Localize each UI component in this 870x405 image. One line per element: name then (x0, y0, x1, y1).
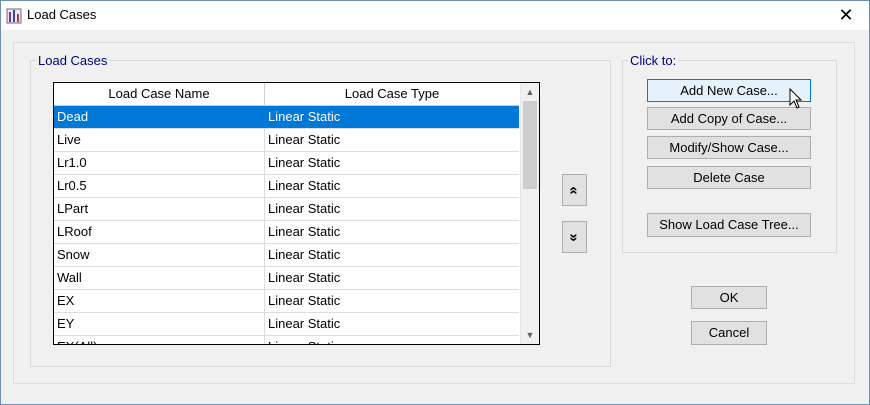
load-case-name-cell[interactable]: Dead (54, 106, 265, 128)
load-case-name-cell[interactable]: Live (54, 129, 265, 151)
table-row[interactable]: EY Linear Static (54, 313, 519, 336)
table-row[interactable]: LPart Linear Static (54, 198, 519, 221)
load-case-type-cell[interactable]: Linear Static (265, 336, 518, 344)
mouse-pointer-icon (789, 88, 803, 109)
load-case-name-cell[interactable]: EY (54, 313, 265, 335)
load-case-type-cell[interactable]: Linear Static (265, 106, 518, 128)
add-copy-of-case-button[interactable]: Add Copy of Case... (647, 107, 811, 130)
load-case-type-cell[interactable]: Linear Static (265, 175, 518, 197)
load-cases-group-label: Load Cases (36, 53, 110, 68)
column-header-type[interactable]: Load Case Type (265, 83, 519, 105)
double-chevron-up-icon: « (566, 185, 583, 195)
load-case-type-cell[interactable]: Linear Static (265, 290, 518, 312)
scroll-down-icon[interactable]: ▼ (521, 327, 539, 343)
table-row[interactable]: Dead Linear Static (54, 106, 519, 129)
title-bar: Load Cases ✕ (1, 1, 869, 30)
vertical-scrollbar[interactable]: ▲ ▼ (520, 83, 539, 344)
table-row[interactable]: EX(All)Linear Static (54, 336, 519, 344)
load-cases-table[interactable]: Load Case Name Load Case Type Dead Linear… (53, 82, 540, 345)
load-case-name-cell[interactable]: LRoof (54, 221, 265, 243)
modify-show-case-button[interactable]: Modify/Show Case... (647, 136, 811, 159)
load-case-type-cell[interactable]: Linear Static (265, 152, 518, 174)
load-case-name-cell[interactable]: EX(All) (54, 336, 265, 344)
load-case-type-cell[interactable]: Linear Static (265, 244, 518, 266)
load-case-name-cell[interactable]: Lr0.5 (54, 175, 265, 197)
close-icon: ✕ (838, 5, 854, 25)
scroll-thumb[interactable] (523, 101, 537, 189)
table-row[interactable]: Live Linear Static (54, 129, 519, 152)
table-row[interactable]: LRoof Linear Static (54, 221, 519, 244)
ok-button[interactable]: OK (691, 286, 767, 309)
table-row[interactable]: Wall Linear Static (54, 267, 519, 290)
load-case-type-cell[interactable]: Linear Static (265, 221, 518, 243)
load-case-name-cell[interactable]: LPart (54, 198, 265, 220)
show-load-case-tree-button[interactable]: Show Load Case Tree... (647, 213, 811, 237)
table-row[interactable]: Lr0.5 Linear Static (54, 175, 519, 198)
load-case-type-cell[interactable]: Linear Static (265, 313, 518, 335)
delete-case-button[interactable]: Delete Case (647, 166, 811, 189)
load-cases-dialog: Load Cases ✕ Load Cases Load Case Name L… (0, 0, 870, 405)
table-row[interactable]: EX Linear Static (54, 290, 519, 313)
table-header: Load Case Name Load Case Type (54, 83, 519, 106)
column-header-name[interactable]: Load Case Name (54, 83, 265, 105)
load-case-type-cell[interactable]: Linear Static (265, 198, 518, 220)
table-row[interactable]: Snow Linear Static (54, 244, 519, 267)
load-case-name-cell[interactable]: Wall (54, 267, 265, 289)
close-button[interactable]: ✕ (823, 1, 869, 30)
click-to-group-label: Click to: (628, 53, 679, 68)
scroll-up-icon[interactable]: ▲ (521, 84, 539, 100)
table-row[interactable]: Lr1.0 Linear Static (54, 152, 519, 175)
load-case-type-cell[interactable]: Linear Static (265, 129, 518, 151)
load-case-name-cell[interactable]: Snow (54, 244, 265, 266)
double-chevron-down-icon: » (566, 232, 583, 242)
window-title: Load Cases (27, 7, 97, 22)
cancel-button[interactable]: Cancel (691, 321, 767, 345)
move-up-button[interactable]: « (562, 174, 587, 206)
app-icon (6, 8, 22, 24)
load-case-name-cell[interactable]: EX (54, 290, 265, 312)
load-case-name-cell[interactable]: Lr1.0 (54, 152, 265, 174)
move-down-button[interactable]: » (562, 221, 587, 253)
add-new-case-button[interactable]: Add New Case... (647, 79, 811, 102)
load-case-type-cell[interactable]: Linear Static (265, 267, 518, 289)
